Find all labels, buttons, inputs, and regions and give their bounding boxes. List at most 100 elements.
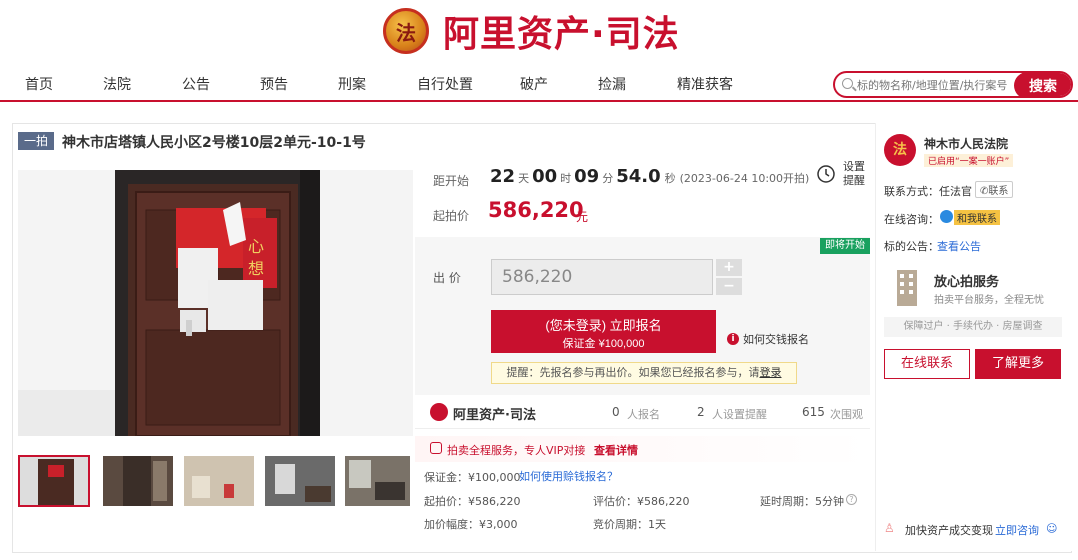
shield-icon <box>430 442 442 454</box>
deposit-info: 保证金：¥100,000 <box>424 471 521 484</box>
stats-row: 阿里资产·司法 0 人报名 2 人设置提醒 615 次围观 <box>415 397 870 429</box>
chat-bubble-icon: ☺ <box>1046 522 1058 535</box>
thumbnail-3[interactable] <box>184 456 254 506</box>
brand-mini-logo-icon <box>430 403 448 421</box>
thumbnail-hallway-image <box>103 456 173 506</box>
countdown-days: 22 <box>490 166 516 187</box>
bid-amount-input[interactable] <box>491 259 713 295</box>
bid-increase-button[interactable]: + <box>716 259 742 276</box>
court-emblem-icon: 法 <box>383 8 429 54</box>
search-button[interactable]: 搜索 <box>1014 73 1071 96</box>
start-time-note: (2023-06-24 10:00开拍) <box>679 172 810 185</box>
login-link[interactable]: 登录 <box>760 366 782 379</box>
nav-preview[interactable]: 预告 <box>260 74 288 94</box>
nav-bankruptcy[interactable]: 破产 <box>520 74 548 94</box>
consult-button[interactable]: 和我联系 <box>954 210 1000 225</box>
status-badge: 即将开始 <box>820 238 870 254</box>
bid-decrease-button[interactable]: − <box>716 278 742 295</box>
how-to-pay-text: 如何交钱报名 <box>743 333 809 346</box>
contact-button[interactable]: ✆联系 <box>975 181 1014 198</box>
reminder-line2: 提醒 <box>843 174 865 187</box>
learn-more-button[interactable]: 了解更多 <box>975 349 1061 379</box>
minutes-unit: 分 <box>602 172 614 185</box>
service-tags: 保障过户 · 手续代办 · 房屋调查 <box>884 317 1062 337</box>
search-box: 搜索 <box>833 71 1073 98</box>
contact-value: 任法官 <box>939 185 972 198</box>
seconds-unit: 秒 <box>664 172 676 185</box>
court-name[interactable]: 神木市人民法院 <box>924 135 1008 152</box>
svg-text:心: 心 <box>248 237 264 256</box>
nav-home[interactable]: 首页 <box>25 74 53 94</box>
view-label: 次围观 <box>830 408 863 421</box>
reminder-label: 人设置提醒 <box>712 408 767 421</box>
remind-text: 提醒：先报名参与再出价。如果您已经报名参与，请 <box>506 366 760 379</box>
start-price-unit: 元 <box>576 210 589 224</box>
court-account-badge: 已启用“一案一账户” <box>924 154 1014 167</box>
vip-text: 拍卖全程服务，专人VIP对接 <box>447 444 586 457</box>
alarm-clock-icon <box>817 165 835 183</box>
vip-detail-link[interactable]: 查看详情 <box>594 442 638 458</box>
eval-price-info: 评估价：¥586,220 <box>593 495 690 508</box>
user-promo-icon: ♙ <box>884 521 895 535</box>
nav-criminal[interactable]: 刑案 <box>338 74 366 94</box>
countdown-hours: 00 <box>532 166 558 187</box>
signup-label: 人报名 <box>627 408 660 421</box>
countdown-seconds: 54.0 <box>616 166 661 187</box>
item-title: 神木市店塔镇人民小区2号楼10层2单元-10-1号 <box>62 135 366 151</box>
register-now-button[interactable]: (您未登录) 立即报名 保证金 ¥100,000 <box>491 310 716 353</box>
thumbnail-4[interactable] <box>265 456 335 506</box>
login-reminder-bar: 提醒：先报名参与再出价。如果您已经报名参与，请登录 <box>491 362 797 384</box>
search-input[interactable] <box>857 76 1007 94</box>
thumbnail-room-image <box>265 456 335 506</box>
thumbnail-2[interactable] <box>103 456 173 506</box>
court-emblem-icon: 法 <box>884 134 916 166</box>
promo-text: 加快资产成交变现 <box>905 524 993 537</box>
info-icon: i <box>727 333 739 345</box>
logo-text: 阿里资产·司法 <box>443 14 680 55</box>
online-contact-button[interactable]: 在线联系 <box>884 349 970 379</box>
start-price-info: 起拍价：¥586,220 <box>424 495 521 508</box>
start-price-label: 起拍价 <box>433 209 470 223</box>
reminder-count: 2 <box>697 405 705 419</box>
nav-precise-leads[interactable]: 精准获客 <box>677 74 733 94</box>
thumbnail-5[interactable] <box>345 456 410 506</box>
thumbnail-door-image <box>20 457 88 505</box>
promo-consult-link[interactable]: 立即咨询 <box>995 522 1039 538</box>
register-deposit-label: 保证金 ¥100,000 <box>562 338 645 350</box>
nav-announcements[interactable]: 公告 <box>182 74 210 94</box>
thumbnail-1[interactable] <box>18 455 90 507</box>
countdown-timer: 22 天 00 时 09 分 54.0 秒 (2023-06-24 10:00开… <box>490 166 809 187</box>
svg-text:想: 想 <box>248 259 264 278</box>
contact-label: 联系方式：任法官 <box>884 183 972 199</box>
thumbnail-living-room-image <box>345 456 410 506</box>
set-reminder-button[interactable]: 设置 提醒 <box>816 160 866 190</box>
countdown-label: 距开始 <box>433 174 470 188</box>
help-icon[interactable]: ? <box>846 494 857 505</box>
main-photo[interactable]: 心 想 <box>18 170 413 436</box>
bid-label: 出 价 <box>433 271 461 285</box>
nav-self-disposal[interactable]: 自行处置 <box>417 74 473 94</box>
site-logo[interactable]: 法 阿里资产·司法 <box>383 2 703 60</box>
increment-info: 加价幅度：¥3,000 <box>424 518 518 531</box>
contact-label-text: 联系方式： <box>884 185 939 198</box>
credit-signup-link[interactable]: 如何使用赊钱报名？ <box>519 468 618 484</box>
service-subtitle: 拍卖平台服务，全程无忧 <box>934 295 1044 306</box>
brand-mini-text: 阿里资产·司法 <box>453 408 536 423</box>
view-count: 615 <box>802 405 825 419</box>
how-to-pay-link[interactable]: i 如何交钱报名 <box>727 331 809 347</box>
hours-unit: 时 <box>560 172 572 185</box>
consult-label: 在线咨询： <box>884 213 939 226</box>
signup-count: 0 <box>612 405 620 419</box>
search-icon <box>842 78 853 89</box>
vip-service-row: 拍卖全程服务，专人VIP对接 查看详情 <box>415 436 870 462</box>
auction-round-tag: 一拍 <box>18 132 54 150</box>
nav-bargain[interactable]: 捡漏 <box>598 74 626 94</box>
register-button-label: (您未登录) 立即报名 <box>545 318 662 333</box>
thumbnail-bathroom-image <box>184 456 254 506</box>
bid-cycle-info: 竞价周期：1天 <box>593 518 666 531</box>
view-notice-link[interactable]: 查看公告 <box>937 238 981 254</box>
contact-button-label: 联系 <box>988 186 1009 197</box>
building-icon <box>889 266 925 306</box>
nav-courts[interactable]: 法院 <box>103 74 131 94</box>
countdown-minutes: 09 <box>574 166 600 187</box>
